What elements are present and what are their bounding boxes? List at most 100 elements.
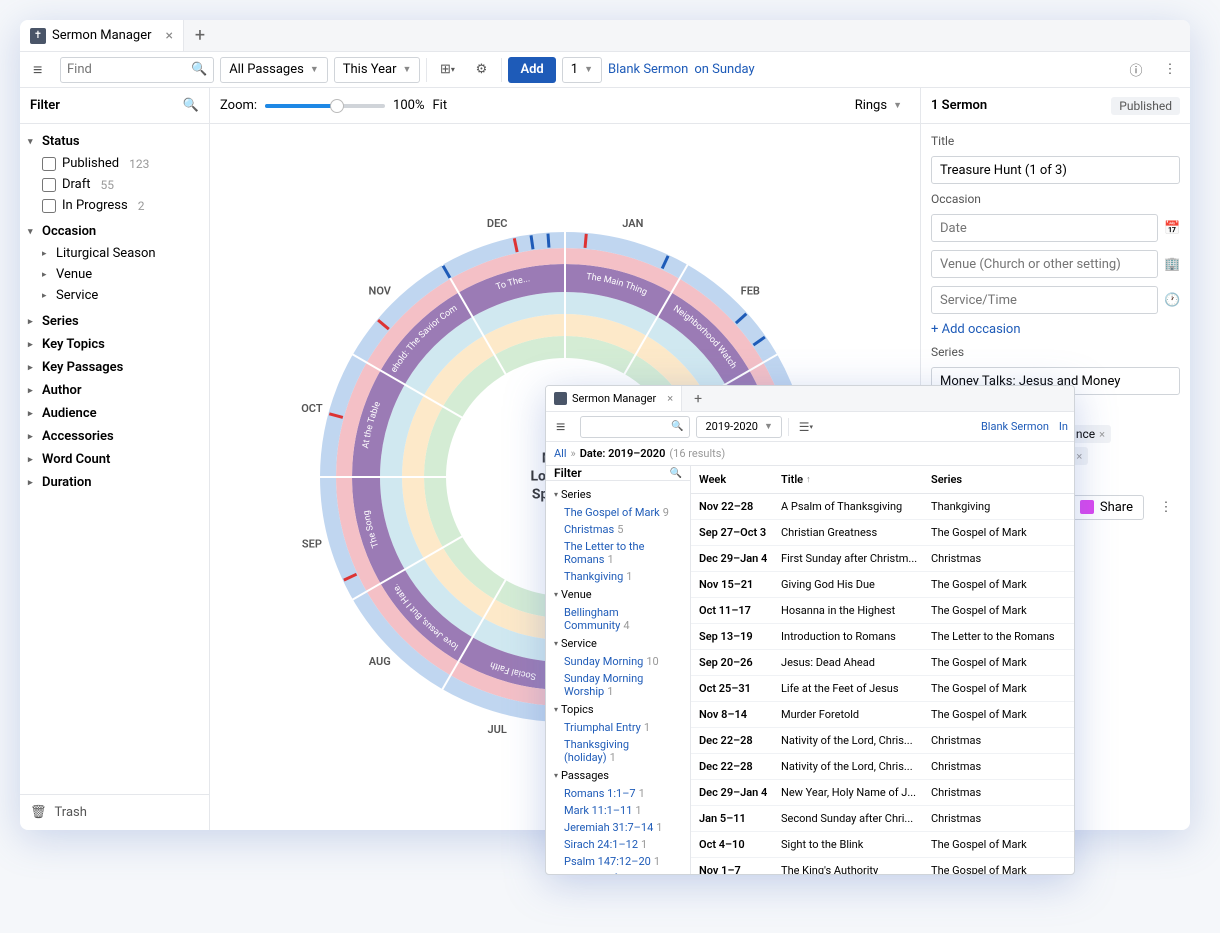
menu-button[interactable] <box>552 416 574 438</box>
facet-header[interactable]: ▾Topics <box>546 700 690 719</box>
table-row[interactable]: Dec 29–Jan 4New Year, Holy Name of J...C… <box>691 780 1074 806</box>
close-icon[interactable]: × <box>667 392 673 405</box>
filter-occasion-header[interactable]: ▾ Occasion <box>20 220 209 243</box>
building-icon[interactable]: 🏢 <box>1164 257 1180 272</box>
remove-icon[interactable]: × <box>1076 450 1082 463</box>
checkbox[interactable] <box>42 178 56 192</box>
blank-sermon-link[interactable]: Blank Sermon <box>608 62 688 77</box>
filter-group-header[interactable]: ▸Audience <box>20 402 209 425</box>
table-row[interactable]: Sep 20–26Jesus: Dead AheadThe Gospel of … <box>691 650 1074 676</box>
filter-group-header[interactable]: ▸Accessories <box>20 425 209 448</box>
fit-button[interactable]: Fit <box>433 98 448 113</box>
facet-header[interactable]: ▾Passages <box>546 766 690 785</box>
filter-group-header[interactable]: ▸Duration <box>20 471 209 494</box>
zoom-slider[interactable] <box>265 104 385 108</box>
facet-header[interactable]: ▾Venue <box>546 585 690 604</box>
menu-button[interactable] <box>26 56 54 84</box>
service-input[interactable] <box>931 286 1158 314</box>
filter-status-item[interactable]: Draft55 <box>42 174 209 195</box>
add-tab-button[interactable]: + <box>682 391 714 407</box>
find-input[interactable]: 🔍 <box>60 57 214 83</box>
filter-occasion-item[interactable]: ▸Liturgical Season <box>42 243 209 264</box>
view-list-button[interactable]: ☰▾ <box>795 416 817 438</box>
filter-group-header[interactable]: ▸Key Passages <box>20 356 209 379</box>
overlay-year-select[interactable]: 2019-2020 ▼ <box>696 416 781 438</box>
settings-button[interactable]: ⚙ <box>467 56 495 84</box>
table-row[interactable]: Sep 13–19Introduction to RomansThe Lette… <box>691 624 1074 650</box>
col-series[interactable]: Series <box>923 466 1074 493</box>
table-row[interactable]: Sep 27–Oct 3Christian GreatnessThe Gospe… <box>691 520 1074 546</box>
facet-item[interactable]: Bellingham Community4 <box>546 604 690 634</box>
table-row[interactable]: Oct 4–10Sight to the BlinkThe Gospel of … <box>691 832 1074 858</box>
facet-item[interactable]: Sirach 24:1–121 <box>546 836 690 853</box>
in-link[interactable]: In <box>1059 420 1068 433</box>
more-button[interactable]: ⋮ <box>1152 493 1180 521</box>
find-field[interactable] <box>67 62 187 77</box>
passages-select[interactable]: All Passages ▼ <box>220 57 328 83</box>
filter-occasion-item[interactable]: ▸Venue <box>42 264 209 285</box>
search-icon[interactable]: 🔍 <box>670 468 682 479</box>
filter-status-item[interactable]: In Progress2 <box>42 195 209 216</box>
col-title[interactable]: Title↑ <box>773 466 923 493</box>
filter-group-header[interactable]: ▸Author <box>20 379 209 402</box>
filter-group-header[interactable]: ▸Word Count <box>20 448 209 471</box>
table-row[interactable]: Dec 22–28Nativity of the Lord, Chris...C… <box>691 754 1074 780</box>
overlay-tab[interactable]: Sermon Manager × <box>546 386 682 411</box>
info-button[interactable]: ⓘ <box>1122 56 1150 84</box>
table-row[interactable]: Nov 22–28A Psalm of ThanksgivingThankgiv… <box>691 494 1074 520</box>
table-row[interactable]: Nov 8–14Murder ForetoldThe Gospel of Mar… <box>691 702 1074 728</box>
facet-item[interactable]: Wisdom of Solomon 10:15...1 <box>546 870 690 874</box>
table-row[interactable]: Nov 15–21Giving God His DueThe Gospel of… <box>691 572 1074 598</box>
table-row[interactable]: Oct 11–17Hosanna in the HighestThe Gospe… <box>691 598 1074 624</box>
count-box[interactable]: 1▼ <box>562 57 602 83</box>
facet-item[interactable]: Sunday Morning10 <box>546 653 690 670</box>
facet-item[interactable]: The Letter to the Romans1 <box>546 538 690 568</box>
crumb-all[interactable]: All <box>554 447 567 460</box>
search-icon[interactable]: 🔍 <box>183 98 199 113</box>
table-row[interactable]: Jan 5–11Second Sunday after Chri...Chris… <box>691 806 1074 832</box>
clock-icon[interactable]: 🕐 <box>1164 293 1180 308</box>
share-button[interactable]: Share <box>1069 495 1144 520</box>
col-week[interactable]: Week <box>691 466 773 493</box>
tab-sermon-manager[interactable]: ✝ Sermon Manager × <box>20 20 184 51</box>
facet-item[interactable]: Triumphal Entry1 <box>546 719 690 736</box>
view-grid-button[interactable]: ⊞▾ <box>433 56 461 84</box>
blank-sermon-link[interactable]: Blank Sermon <box>981 420 1049 433</box>
table-row[interactable]: Oct 25–31Life at the Feet of JesusThe Go… <box>691 676 1074 702</box>
filter-group-header[interactable]: ▸Key Topics <box>20 333 209 356</box>
venue-input[interactable] <box>931 250 1158 278</box>
facet-item[interactable]: Mark 11:1–111 <box>546 802 690 819</box>
facet-item[interactable]: Psalm 147:12–201 <box>546 853 690 870</box>
filter-occasion-item[interactable]: ▸Service <box>42 285 209 306</box>
checkbox[interactable] <box>42 199 56 213</box>
table-row[interactable]: Dec 22–28Nativity of the Lord, Chris...C… <box>691 728 1074 754</box>
facet-item[interactable]: Christmas5 <box>546 521 690 538</box>
year-select[interactable]: This Year ▼ <box>334 57 421 83</box>
close-icon[interactable]: × <box>166 28 173 44</box>
filter-status-item[interactable]: Published123 <box>42 153 209 174</box>
overlay-search[interactable]: 🔍 <box>580 416 690 438</box>
date-input[interactable] <box>931 214 1158 242</box>
table-row[interactable]: Dec 29–Jan 4First Sunday after Christm..… <box>691 546 1074 572</box>
checkbox[interactable] <box>42 157 56 171</box>
facet-item[interactable]: Sunday Morning Worship1 <box>546 670 690 700</box>
remove-icon[interactable]: × <box>1099 428 1105 441</box>
add-tab-button[interactable]: + <box>184 25 216 46</box>
facet-item[interactable]: Thanksgiving (holiday)1 <box>546 736 690 766</box>
filter-group-header[interactable]: ▸Series <box>20 310 209 333</box>
facet-item[interactable]: Romans 1:1–71 <box>546 785 690 802</box>
filter-status-header[interactable]: ▾ Status <box>20 130 209 153</box>
trash-button[interactable]: 🗑 Trash <box>20 794 209 830</box>
facet-item[interactable]: Thankgiving1 <box>546 568 690 585</box>
add-occasion-link[interactable]: + Add occasion <box>931 322 1180 337</box>
title-input[interactable] <box>931 156 1180 184</box>
facet-header[interactable]: ▾Service <box>546 634 690 653</box>
table-row[interactable]: Nov 1–7The King's AuthorityThe Gospel of… <box>691 858 1074 874</box>
calendar-icon[interactable]: 📅 <box>1164 221 1180 236</box>
on-sunday-link[interactable]: on Sunday <box>694 62 754 77</box>
more-button[interactable]: ⋮ <box>1156 56 1184 84</box>
facet-item[interactable]: Jeremiah 31:7–141 <box>546 819 690 836</box>
facet-item[interactable]: The Gospel of Mark9 <box>546 504 690 521</box>
add-button[interactable]: Add <box>508 57 555 83</box>
slider-thumb[interactable] <box>330 99 344 113</box>
